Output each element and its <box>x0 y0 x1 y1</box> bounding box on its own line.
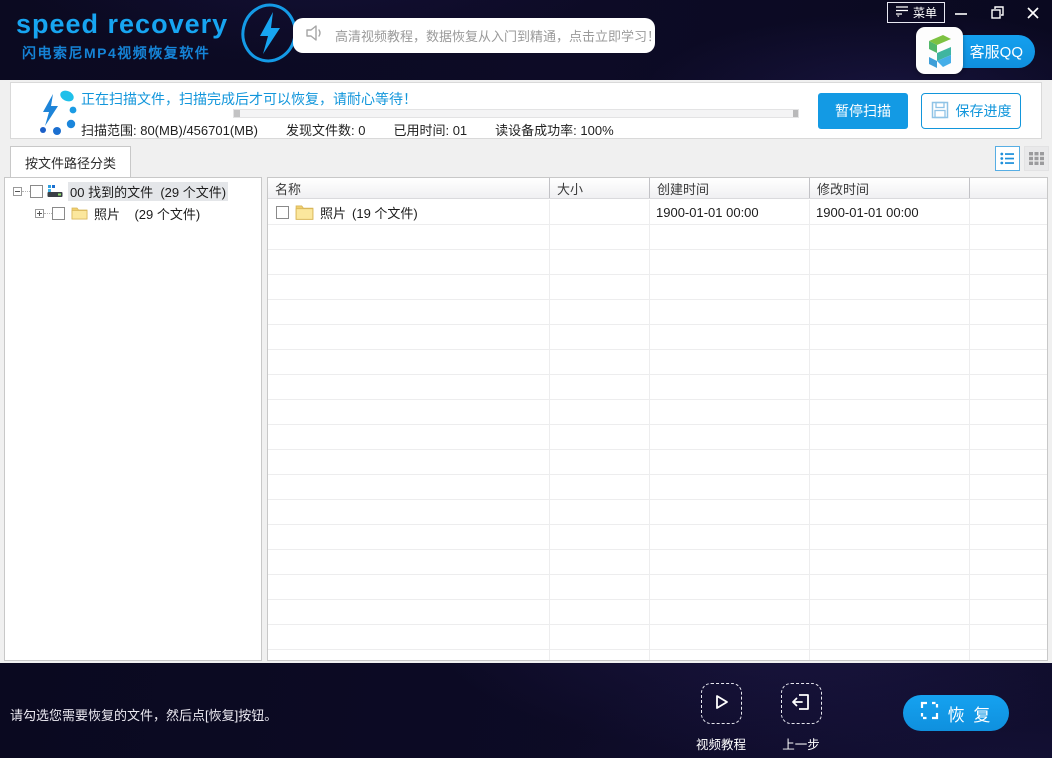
row-modified-cell: 1900-01-01 00:00 <box>809 205 969 220</box>
tree-child-count: (29 个文件) <box>134 207 200 222</box>
file-table-panel: 名称 大小 创建时间 修改时间 照片 <box>267 177 1048 661</box>
tree-root-checkbox[interactable] <box>30 185 43 198</box>
tree-connector <box>44 213 52 214</box>
table-body: 照片 (19 个文件) 1900-01-01 00:00 1900-01-01 … <box>268 200 1047 660</box>
tree-child-row[interactable]: 照片 (29 个文件) <box>5 205 261 222</box>
notice-banner[interactable]: 高清视频教程，数据恢复从入门到精通，点击立即学习！ <box>293 18 655 53</box>
video-tutorial-button[interactable]: 视频教程 <box>689 683 753 753</box>
minimize-button[interactable] <box>950 2 972 23</box>
file-tree-panel: 00 找到的文件 (29 个文件) 照片 (29 个文件) <box>4 177 262 661</box>
tree-child-label[interactable]: 照片 (29 个文件) <box>94 204 200 223</box>
tree-root-name: 00 找到的文件 <box>70 185 153 200</box>
column-header-empty <box>969 178 1047 198</box>
previous-step-button[interactable]: 上一步 <box>769 683 833 753</box>
speaker-icon <box>305 24 325 47</box>
expand-icon[interactable] <box>35 209 44 218</box>
recover-label: 恢 复 <box>948 701 993 726</box>
app-window: speed recovery 闪电索尼MP4视频恢复软件 高清视频教程，数据恢复… <box>0 0 1052 758</box>
customer-service: 客服QQ <box>933 33 1035 69</box>
logo-subtitle: 闪电索尼MP4视频恢复软件 <box>22 43 228 63</box>
pause-scan-button[interactable]: 暂停扫描 <box>818 93 908 129</box>
menu-label: 菜单 <box>913 4 937 21</box>
scan-progress-fill <box>234 110 240 117</box>
scan-progress-endcap <box>793 110 798 117</box>
tree-connector <box>22 191 30 192</box>
footer-bar: 请勾选您需要恢复的文件，然后点[恢复]按钮。 视频教程 上一步 <box>0 663 1052 758</box>
app-logo: speed recovery 闪电索尼MP4视频恢复软件 <box>16 9 228 63</box>
recover-button[interactable]: 恢 复 <box>903 695 1009 731</box>
back-exit-icon <box>790 692 812 715</box>
recover-corners-icon <box>920 701 939 725</box>
recover-hint-text: 请勾选您需要恢复的文件，然后点[恢复]按钮。 <box>10 705 277 724</box>
play-icon <box>711 692 731 715</box>
row-name-cell: 照片 (19 个文件) <box>268 203 549 223</box>
scan-status-panel: 正在扫描文件，扫描完成后才可以恢复，请耐心等待！ 扫描范围: 80(MB)/45… <box>10 82 1042 139</box>
folder-icon <box>295 203 314 223</box>
read-success-rate-stat: 读设备成功率: 100% <box>495 120 613 139</box>
brand-s-icon[interactable] <box>916 27 963 74</box>
save-progress-label: 保存进度 <box>956 101 1012 121</box>
row-checkbox[interactable] <box>276 206 289 219</box>
table-header: 名称 大小 创建时间 修改时间 <box>268 178 1047 199</box>
previous-step-label: 上一步 <box>769 734 833 753</box>
files-found-stat: 发现文件数: 0 <box>286 120 365 139</box>
close-button[interactable] <box>1022 2 1044 23</box>
column-header-created[interactable]: 创建时间 <box>649 178 809 198</box>
menu-icon <box>895 5 909 20</box>
lightning-logo-icon <box>240 2 298 69</box>
scan-status-text: 正在扫描文件，扫描完成后才可以恢复，请耐心等待！ <box>81 89 417 109</box>
row-count: (19 个文件) <box>352 203 418 222</box>
table-row[interactable]: 照片 (19 个文件) 1900-01-01 00:00 1900-01-01 … <box>268 200 1047 225</box>
column-divider <box>649 200 650 660</box>
tree-root-label[interactable]: 00 找到的文件 (29 个文件) <box>68 182 228 201</box>
list-view-button[interactable] <box>995 146 1020 171</box>
notice-text: 高清视频教程，数据恢复从入门到精通，点击立即学习！ <box>335 26 660 45</box>
column-header-name[interactable]: 名称 <box>268 178 549 198</box>
tree-child-checkbox[interactable] <box>52 207 65 220</box>
window-controls <box>950 2 1044 23</box>
column-header-size[interactable]: 大小 <box>549 178 649 198</box>
row-created-cell: 1900-01-01 00:00 <box>649 205 809 220</box>
elapsed-time-stat: 已用时间: 01 <box>393 120 467 139</box>
folder-icon <box>71 205 88 223</box>
column-divider <box>549 200 550 660</box>
tree-root-count: (29 个文件) <box>160 185 226 200</box>
maximize-button[interactable] <box>986 2 1008 23</box>
save-progress-button[interactable]: 保存进度 <box>921 93 1021 129</box>
grid-view-button[interactable] <box>1024 146 1049 171</box>
qq-service-label: 客服QQ <box>970 41 1023 62</box>
scan-progress-bar <box>233 109 799 118</box>
row-name: 照片 <box>320 203 346 222</box>
column-divider <box>809 200 810 660</box>
column-divider <box>969 200 970 660</box>
floppy-disk-icon <box>931 101 949 122</box>
scanning-spinner-icon <box>31 86 83 143</box>
menu-button[interactable]: 菜单 <box>887 2 945 23</box>
collapse-icon[interactable] <box>13 187 22 196</box>
scan-stats-row: 扫描范围: 80(MB)/456701(MB) 发现文件数: 0 已用时间: 0… <box>81 120 614 139</box>
video-tutorial-label: 视频教程 <box>689 734 753 753</box>
tab-classify-by-path[interactable]: 按文件路径分类 <box>10 146 131 178</box>
scan-range-stat: 扫描范围: 80(MB)/456701(MB) <box>81 120 258 139</box>
column-header-modified[interactable]: 修改时间 <box>809 178 969 198</box>
tree-root-row[interactable]: 00 找到的文件 (29 个文件) <box>5 183 261 200</box>
device-icon <box>47 183 64 201</box>
logo-title: speed recovery <box>16 9 228 39</box>
header: speed recovery 闪电索尼MP4视频恢复软件 高清视频教程，数据恢复… <box>0 0 1052 80</box>
tree-child-name: 照片 <box>94 207 120 222</box>
